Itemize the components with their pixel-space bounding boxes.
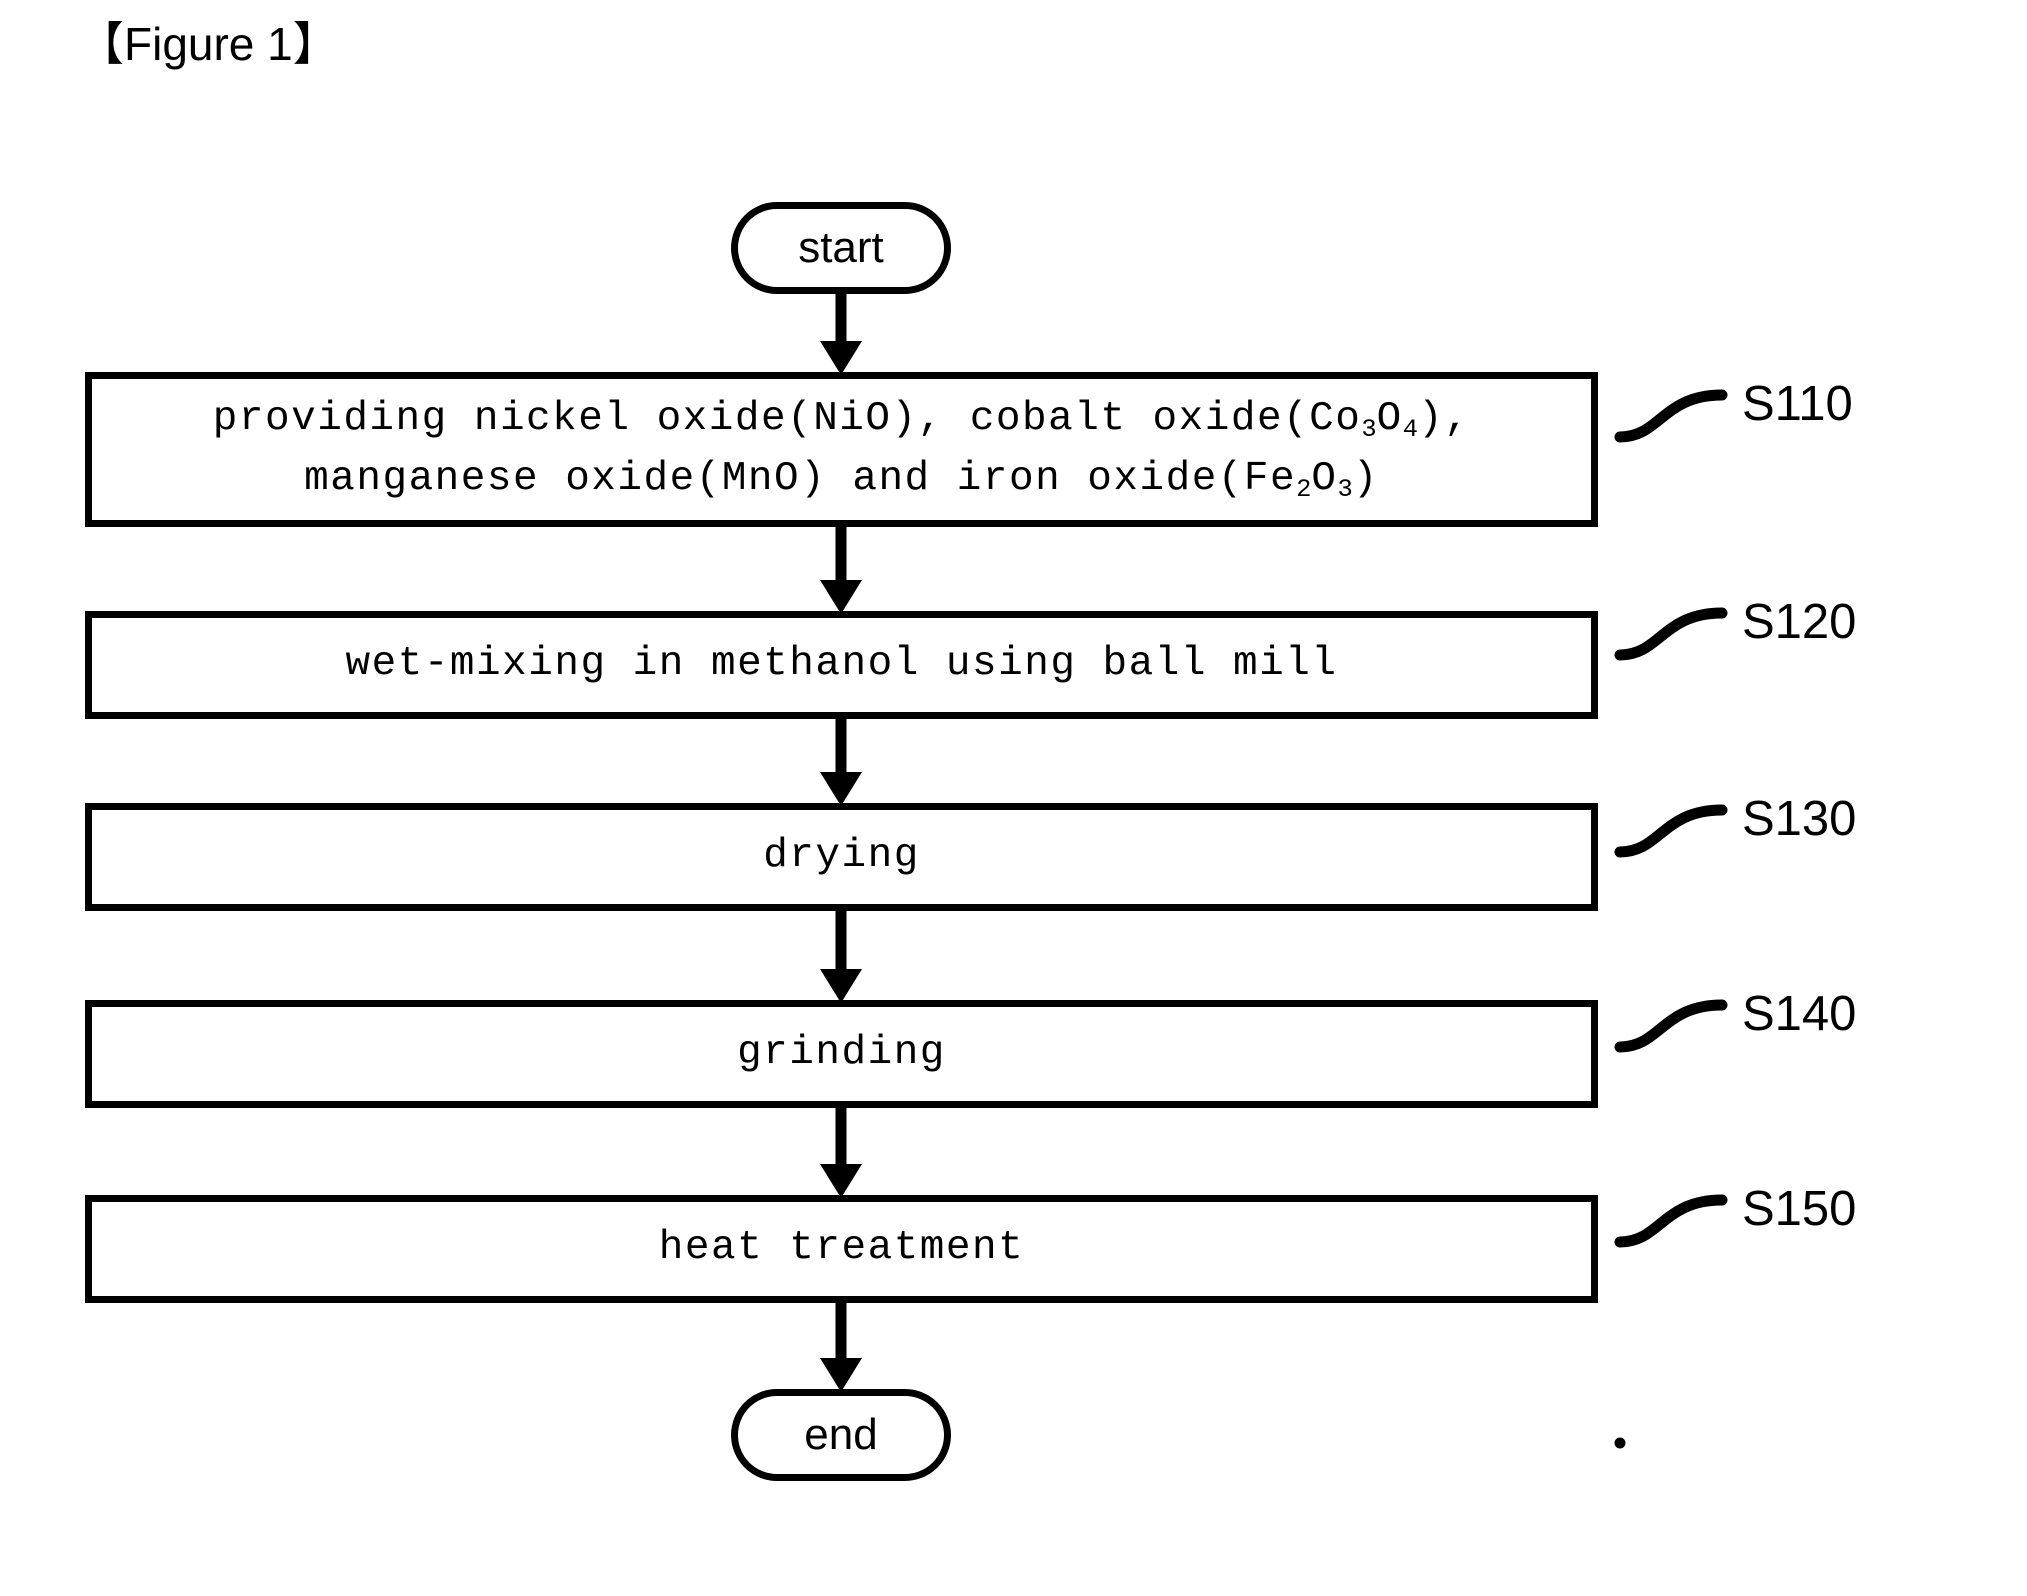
s110-line2-part-b: O <box>1311 455 1338 502</box>
step-label-s110: S110 <box>1742 377 1853 431</box>
flow-node-s140-label: grinding <box>737 1030 946 1077</box>
flow-node-start-label: start <box>798 223 884 272</box>
flow-node-s130-label: drying <box>763 833 920 880</box>
arrow-start-to-s110 <box>820 294 862 375</box>
flow-node-end-label: end <box>804 1410 878 1459</box>
s110-line1-part-c: ), <box>1417 396 1471 443</box>
flow-node-s120-label: wet-mixing in methanol using ball mill <box>345 641 1338 688</box>
flow-node-s150[interactable]: heat treatment <box>85 1195 1598 1303</box>
step-label-s130: S130 <box>1742 792 1857 846</box>
arrow-s150-to-end <box>820 1303 862 1392</box>
flow-node-s120[interactable]: wet-mixing in methanol using ball mill <box>85 611 1598 719</box>
flow-node-s150-label: heat treatment <box>658 1225 1025 1272</box>
s110-line1-subscript-2: 4 <box>1402 415 1418 445</box>
step-label-s120: S120 <box>1742 595 1857 649</box>
arrow-s120-to-s130 <box>820 719 862 806</box>
leader-line-s140 <box>1614 999 1728 1053</box>
arrow-s140-to-s150 <box>820 1108 862 1198</box>
s110-line1-part-b: O <box>1376 396 1403 443</box>
flow-node-s110[interactable]: providing nickel oxide(NiO), cobalt oxid… <box>85 372 1598 527</box>
leader-line-s130 <box>1614 804 1728 858</box>
flow-node-end[interactable]: end <box>731 1389 951 1481</box>
leader-line-s110 <box>1614 389 1728 443</box>
flow-node-s130[interactable]: drying <box>85 803 1598 911</box>
flowchart-connector-canvas <box>820 294 1728 1449</box>
leader-line-s150 <box>1614 1194 1728 1248</box>
s110-line2-part-c: ) <box>1352 455 1379 502</box>
flow-node-start[interactable]: start <box>731 202 951 294</box>
flow-node-s110-label: providing nickel oxide(NiO), cobalt oxid… <box>106 390 1577 509</box>
s110-line1-subscript-1: 3 <box>1361 415 1377 445</box>
s110-line2-subscript-2: 3 <box>1337 474 1353 504</box>
s110-line2-subscript-1: 2 <box>1296 474 1312 504</box>
flow-node-s140[interactable]: grinding <box>85 1000 1598 1108</box>
arrow-s130-to-s140 <box>820 911 862 1003</box>
s110-line2-part-a: manganese oxide(MnO) and iron oxide(Fe <box>304 455 1297 502</box>
step-label-s140: S140 <box>1742 987 1857 1041</box>
s110-line1-part-a: providing nickel oxide(NiO), cobalt oxid… <box>212 396 1362 443</box>
arrow-s110-to-s120 <box>820 527 862 614</box>
leader-line-s120 <box>1614 607 1728 661</box>
step-label-s150: S150 <box>1742 1182 1857 1236</box>
